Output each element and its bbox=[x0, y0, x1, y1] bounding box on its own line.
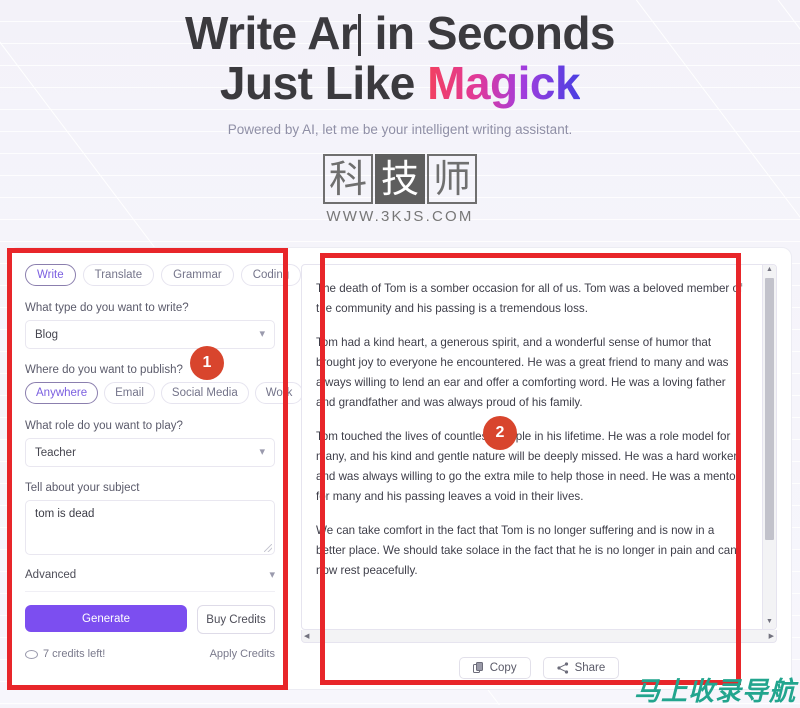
logo-characters: 科 技 师 bbox=[322, 154, 478, 204]
apply-credits-link[interactable]: Apply Credits bbox=[210, 648, 275, 660]
subject-value: tom is dead bbox=[35, 508, 95, 520]
credits-row: 7 credits left! Apply Credits bbox=[25, 648, 275, 660]
subject-label: Tell about your subject bbox=[25, 482, 140, 494]
tab-grammar[interactable]: Grammar bbox=[161, 264, 234, 286]
output-paragraph: Tom had a kind heart, a generous spirit,… bbox=[316, 336, 729, 409]
output-box: The death of Tom is a somber occasion fo… bbox=[301, 264, 777, 630]
coin-icon bbox=[25, 649, 38, 659]
scrollbar-thumb[interactable] bbox=[765, 278, 774, 540]
logo-char-2: 技 bbox=[375, 154, 425, 204]
chevron-down-icon: ▾ bbox=[259, 446, 265, 458]
headline-part-1: Write Ar bbox=[184, 7, 358, 59]
annotation-badge-2: 2 bbox=[483, 416, 517, 450]
chevron-down-icon: ▾ bbox=[269, 568, 275, 581]
watermark: 马上收录导航 bbox=[633, 677, 796, 707]
scroll-right-arrow-icon[interactable]: ▶ bbox=[769, 632, 774, 640]
buy-credits-button[interactable]: Buy Credits bbox=[197, 605, 275, 634]
write-type-value: Blog bbox=[35, 328, 59, 341]
text-cursor-icon bbox=[358, 14, 362, 56]
publish-target-label: Where do you want to publish? bbox=[25, 364, 183, 376]
role-select[interactable]: Teacher ▾ bbox=[25, 438, 275, 467]
publish-target-options: Anywhere Email Social Media Work bbox=[25, 382, 304, 404]
role-value: Teacher bbox=[35, 446, 76, 459]
subject-textarea[interactable]: tom is dead bbox=[25, 500, 275, 555]
output-paragraph: The death of Tom is a somber occasion fo… bbox=[316, 282, 743, 315]
logo-char-1: 科 bbox=[323, 154, 373, 204]
output-vertical-scrollbar[interactable]: ▲ ▼ bbox=[762, 265, 776, 629]
output-panel: The death of Tom is a somber occasion fo… bbox=[289, 248, 791, 689]
write-type-label: What type do you want to write? bbox=[25, 302, 189, 314]
headline-part-2: in Seconds bbox=[362, 7, 616, 59]
page-title: Write Ar in Seconds Just Like Magick bbox=[0, 8, 800, 108]
share-label: Share bbox=[574, 662, 606, 674]
publish-option-social-media[interactable]: Social Media bbox=[160, 382, 249, 404]
write-type-select[interactable]: Blog ▾ bbox=[25, 320, 275, 349]
generated-text[interactable]: The death of Tom is a somber occasion fo… bbox=[302, 265, 762, 629]
share-icon bbox=[556, 662, 568, 674]
site-logo: 科 技 师 WWW.3KJS.COM bbox=[0, 154, 800, 225]
chevron-down-icon: ▾ bbox=[259, 328, 265, 340]
copy-button[interactable]: Copy bbox=[458, 657, 531, 679]
hero-subtitle: Powered by AI, let me be your intelligen… bbox=[227, 122, 573, 137]
tab-translate[interactable]: Translate bbox=[82, 264, 155, 286]
share-button[interactable]: Share bbox=[542, 657, 620, 679]
action-buttons: Generate Buy Credits bbox=[25, 605, 275, 634]
mode-tabs: Write Translate Grammar Coding bbox=[25, 264, 302, 286]
credits-text: 7 credits left! bbox=[43, 648, 106, 660]
tab-write[interactable]: Write bbox=[25, 264, 76, 286]
output-paragraph: We can take comfort in the fact that Tom… bbox=[316, 524, 737, 577]
credits-status: 7 credits left! bbox=[25, 648, 105, 660]
advanced-toggle[interactable]: Advanced ▾ bbox=[25, 569, 275, 592]
scroll-down-arrow-icon[interactable]: ▼ bbox=[766, 617, 773, 629]
advanced-label: Advanced bbox=[25, 569, 77, 581]
headline-line2-prefix: Just Like bbox=[219, 57, 428, 109]
logo-url: WWW.3KJS.COM bbox=[326, 208, 474, 225]
headline-highlight: Magick bbox=[427, 57, 581, 109]
annotation-badge-1: 1 bbox=[190, 346, 224, 380]
composer-panel: Write Translate Grammar Coding What type… bbox=[9, 248, 304, 689]
scroll-up-arrow-icon[interactable]: ▲ bbox=[766, 265, 773, 277]
copy-label: Copy bbox=[489, 662, 517, 674]
generate-button[interactable]: Generate bbox=[25, 605, 187, 632]
logo-char-3: 师 bbox=[427, 154, 477, 204]
publish-option-email[interactable]: Email bbox=[104, 382, 155, 404]
publish-option-anywhere[interactable]: Anywhere bbox=[25, 382, 99, 404]
scroll-left-arrow-icon[interactable]: ◀ bbox=[304, 632, 309, 640]
resize-handle-icon[interactable] bbox=[264, 544, 272, 552]
clipboard-icon bbox=[472, 662, 483, 673]
output-paragraph: Tom touched the lives of countless peopl… bbox=[316, 430, 740, 503]
role-label: What role do you want to play? bbox=[25, 420, 183, 432]
hero-section: Write Ar in Seconds Just Like Magick Pow… bbox=[0, 0, 800, 225]
app-card: Write Translate Grammar Coding What type… bbox=[8, 247, 792, 690]
output-horizontal-scrollbar[interactable]: ◀ ▶ bbox=[301, 630, 777, 643]
